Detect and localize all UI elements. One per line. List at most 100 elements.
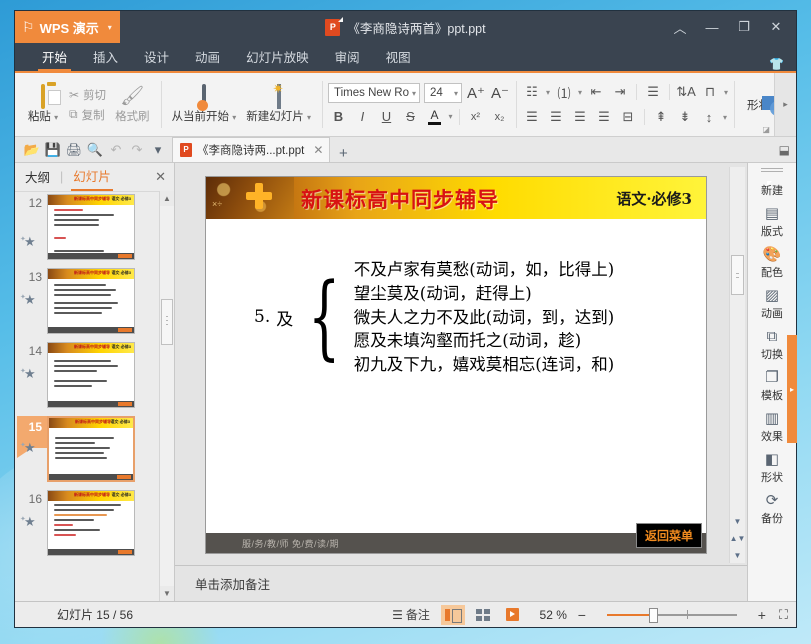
sidebar-item-animation[interactable]: ▨ 动画 <box>748 283 796 324</box>
increase-paragraph-spacing-button[interactable]: ⇞ <box>651 108 671 127</box>
scrollbar-thumb[interactable] <box>161 299 173 345</box>
previous-slide-button[interactable]: ▼ <box>730 513 745 529</box>
new-slide-button[interactable]: 新建幻灯片 ▾ <box>241 83 316 126</box>
notes-toggle-button[interactable]: ☰ 备注 <box>387 604 435 625</box>
sidebar-item-colors[interactable]: 🎨 配色 <box>748 242 796 283</box>
sidebar-item-shapes[interactable]: ◧ 形状 <box>748 447 796 488</box>
decrease-font-size-button[interactable]: A⁻ <box>490 84 510 103</box>
chevron-down-icon[interactable]: ▾ <box>724 88 728 97</box>
slide-canvas[interactable]: ×÷ 新课标高中同步辅导 语文·必修3 5. 及 { 不及卢家有莫愁(动词，如，… <box>206 177 706 553</box>
zoom-slider[interactable] <box>597 606 747 624</box>
close-icon[interactable]: ✕ <box>313 143 323 157</box>
minimize-button[interactable]: — <box>696 11 728 43</box>
sidebar-item-backup[interactable]: ⟳ 备份 <box>748 488 796 529</box>
superscript-button[interactable]: x² <box>466 107 486 126</box>
save-button[interactable]: 💾 <box>43 140 63 160</box>
thumbnail-list[interactable]: 12 ★ 新课标高中同步辅导语文·必修3 13 ★ <box>15 191 174 601</box>
ribbon-dialog-launcher[interactable]: ◪ <box>762 125 770 134</box>
decrease-paragraph-spacing-button[interactable]: ⇟ <box>675 108 695 127</box>
scrollbar-thumb[interactable] <box>731 255 744 295</box>
font-name-select[interactable]: Times New Ro ▾ <box>328 83 420 103</box>
slideshow-view-button[interactable] <box>501 605 525 625</box>
tab-animation[interactable]: 动画 <box>182 45 233 71</box>
paste-button[interactable]: 粘贴 ▾ <box>21 83 65 126</box>
font-color-button[interactable]: A <box>424 107 444 126</box>
font-size-select[interactable]: 24 ▾ <box>424 83 462 103</box>
theme-shirt-icon[interactable]: 👕 <box>769 57 796 71</box>
subscript-button[interactable]: x₂ <box>490 107 510 126</box>
thumbnail-item[interactable]: 14 ★ 新课标高中同步辅导语文·必修3 <box>15 338 174 412</box>
italic-button[interactable]: I <box>352 107 372 126</box>
sidebar-item-new[interactable]: 新建 <box>748 177 796 201</box>
print-preview-button[interactable]: 🔍 <box>85 140 105 160</box>
scroll-center-button[interactable]: ▲▼ <box>730 530 746 546</box>
slide-vertical-scrollbar[interactable]: ▼ ▲▼ ▼ <box>729 167 745 563</box>
align-text-box-button[interactable]: ⊓ <box>700 83 720 102</box>
scroll-up-icon[interactable]: ▲ <box>160 191 174 206</box>
maximize-button[interactable]: ❐ <box>728 11 760 43</box>
slide-sorter-view-button[interactable] <box>471 605 495 625</box>
close-button[interactable]: ✕ <box>760 11 792 43</box>
chevron-down-icon[interactable]: ▾ <box>448 112 452 121</box>
justify-button[interactable]: ☰ <box>594 108 614 127</box>
tab-slides[interactable]: 幻灯片 <box>71 164 113 191</box>
slide-body[interactable]: 5. 及 { 不及卢家有莫愁(动词，如，比得上) 望尘莫及(动词，赶得上) 微夫… <box>206 219 706 533</box>
scroll-down-icon[interactable]: ▼ <box>160 586 174 601</box>
close-icon[interactable]: ✕ <box>155 169 166 185</box>
open-button[interactable]: 📂 <box>22 140 42 160</box>
undo-button[interactable]: ↶ <box>106 140 126 160</box>
sidebar-item-layout[interactable]: ▤ 版式 <box>748 201 796 242</box>
format-painter-button[interactable]: 🖌 格式刷 <box>110 84 155 126</box>
text-direction-button[interactable]: ⇅A <box>676 83 696 102</box>
sidebar-collapse-handle[interactable]: ▸ <box>787 335 797 443</box>
zoom-out-button[interactable]: − <box>573 607 591 623</box>
tab-slideshow[interactable]: 幻灯片放映 <box>233 45 322 71</box>
thumbnail-item[interactable]: 13 ★ 新课标高中同步辅导语文·必修3 <box>15 264 174 338</box>
tab-outline[interactable]: 大纲 <box>23 165 52 190</box>
thumbnail-item[interactable]: 16 ★ 新课标高中同步辅导语文·必修3 <box>15 486 174 560</box>
thumbnail-item-selected[interactable]: 15 ★ 新课标高中同步辅导语文·必修3 <box>15 412 174 486</box>
align-center-button[interactable]: ☰ <box>546 108 566 127</box>
distribute-button[interactable]: ⊟ <box>618 108 638 127</box>
bold-button[interactable]: B <box>328 107 348 126</box>
chevron-down-icon[interactable]: ▾ <box>546 88 550 97</box>
thumbnail-item[interactable]: 12 ★ 新课标高中同步辅导语文·必修3 <box>15 192 174 264</box>
thumbnail-scrollbar[interactable]: ▲ ▼ <box>159 191 174 601</box>
customize-quick-access-button[interactable]: ▾ <box>148 140 168 160</box>
numbered-list-button[interactable]: ⑴ <box>554 83 574 102</box>
print-button[interactable]: 🖨 <box>64 140 84 160</box>
paragraph-spacing-button[interactable]: ↕ <box>699 108 719 127</box>
underline-button[interactable]: U <box>376 107 396 126</box>
line-spacing-button[interactable]: ☰ <box>643 83 663 102</box>
normal-view-button[interactable] <box>440 604 465 625</box>
notes-pane[interactable]: 单击添加备注 <box>175 565 747 601</box>
tab-view[interactable]: 视图 <box>373 45 424 71</box>
ribbon-overflow-button[interactable]: ▸ <box>774 73 796 136</box>
strikethrough-button[interactable]: S <box>400 107 420 126</box>
slide-canvas-area[interactable]: ×÷ 新课标高中同步辅导 语文·必修3 5. 及 { 不及卢家有莫愁(动词，如，… <box>175 163 747 565</box>
zoom-slider-handle[interactable] <box>648 607 658 623</box>
decrease-indent-button[interactable]: ⇤ <box>586 83 606 102</box>
fit-to-window-button[interactable]: ⛶ <box>777 607 788 623</box>
wps-brand-button[interactable]: ⚐ WPS 演示 ▾ <box>15 11 120 43</box>
share-icon[interactable]: ⬓ <box>779 143 790 157</box>
zoom-in-button[interactable]: + <box>753 607 771 623</box>
tab-design[interactable]: 设计 <box>131 45 182 71</box>
document-tab[interactable]: P 《李商隐诗两...pt.ppt ✕ <box>172 137 331 162</box>
start-from-current-button[interactable]: 从当前开始 ▾ <box>167 83 242 126</box>
increase-indent-button[interactable]: ⇥ <box>610 83 630 102</box>
redo-button[interactable]: ↷ <box>127 140 147 160</box>
return-menu-button[interactable]: 返回菜单 <box>635 523 702 548</box>
align-right-button[interactable]: ☰ <box>570 108 590 127</box>
next-slide-button[interactable]: ▼ <box>730 547 745 563</box>
tab-home[interactable]: 开始 <box>29 45 80 71</box>
collapse-ribbon-button[interactable]: ︿ <box>664 11 696 43</box>
copy-button[interactable]: ⧉ 复制 <box>65 106 110 124</box>
bullet-list-button[interactable]: ☷ <box>522 83 542 102</box>
chevron-down-icon[interactable]: ▾ <box>578 88 582 97</box>
new-tab-button[interactable]: + <box>330 145 356 162</box>
cut-button[interactable]: ✂ 剪切 <box>65 86 110 104</box>
tab-review[interactable]: 审阅 <box>322 45 373 71</box>
sidebar-grip-handle[interactable] <box>761 167 783 174</box>
increase-font-size-button[interactable]: A⁺ <box>466 84 486 103</box>
